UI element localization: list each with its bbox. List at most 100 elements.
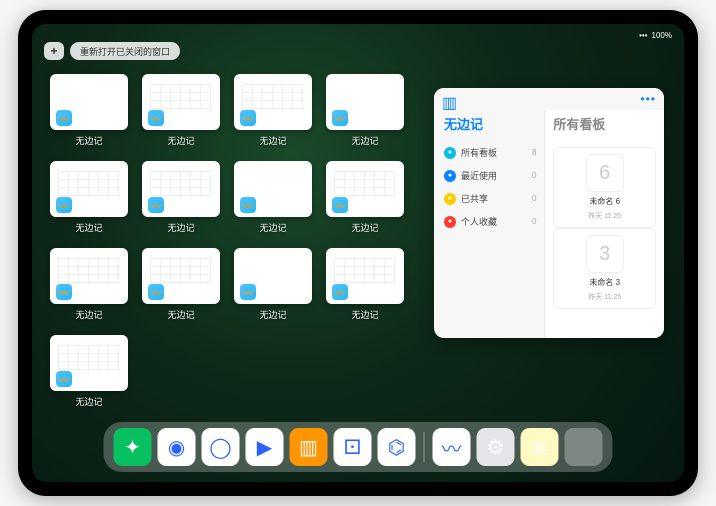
app-thumbnail: 〰 bbox=[50, 74, 128, 130]
app-card[interactable]: 〰无边记 bbox=[326, 248, 404, 321]
app-preview-pane[interactable]: ▥ ••• 无边记 ●所有看板8●最近使用0●已共享0●个人收藏0 所有看板 6… bbox=[434, 88, 664, 338]
dock-connect-icon[interactable]: ⌬ bbox=[378, 428, 416, 466]
freeform-app-icon: 〰 bbox=[148, 284, 164, 300]
sidebar-item-shared[interactable]: ●已共享0 bbox=[444, 187, 536, 210]
dock-notes-icon[interactable]: ≣ bbox=[521, 428, 559, 466]
app-card[interactable]: 〰无边记 bbox=[234, 74, 312, 147]
board-preview: 3 bbox=[586, 235, 624, 273]
app-card-label: 无边记 bbox=[75, 308, 102, 321]
app-thumbnail: 〰 bbox=[234, 74, 312, 130]
dock-settings-icon[interactable]: ⚙ bbox=[477, 428, 515, 466]
app-card[interactable]: 〰无边记 bbox=[50, 161, 128, 234]
signal-icon: ••• bbox=[639, 31, 647, 40]
fave-icon: ● bbox=[444, 216, 456, 228]
freeform-app-icon: 〰 bbox=[240, 110, 256, 126]
more-icon[interactable]: ••• bbox=[640, 92, 656, 106]
shared-icon: ● bbox=[444, 193, 456, 205]
freeform-app-icon: 〰 bbox=[56, 197, 72, 213]
freeform-app-icon: 〰 bbox=[240, 284, 256, 300]
app-card[interactable]: 〰无边记 bbox=[142, 248, 220, 321]
app-card-label: 无边记 bbox=[167, 134, 194, 147]
battery-text: 100% bbox=[652, 31, 672, 40]
app-card-label: 无边记 bbox=[167, 308, 194, 321]
app-card-label: 无边记 bbox=[167, 221, 194, 234]
freeform-app-icon: 〰 bbox=[332, 197, 348, 213]
dock-play-icon[interactable]: ▶ bbox=[246, 428, 284, 466]
top-controls: + 重新打开已关闭的窗口 bbox=[44, 42, 180, 60]
preview-content: 所有看板 6 未命名 6 昨天 11:25 3 未命名 3 昨天 11:25 bbox=[544, 88, 664, 338]
app-thumbnail: 〰 bbox=[50, 335, 128, 391]
app-thumbnail: 〰 bbox=[234, 161, 312, 217]
app-thumbnail: 〰 bbox=[326, 248, 404, 304]
app-card[interactable]: 〰无边记 bbox=[326, 74, 404, 147]
freeform-app-icon: 〰 bbox=[148, 110, 164, 126]
recent-icon: ● bbox=[444, 170, 456, 182]
app-card-label: 无边记 bbox=[259, 134, 286, 147]
app-card-label: 无边记 bbox=[259, 308, 286, 321]
freeform-app-icon: 〰 bbox=[56, 284, 72, 300]
app-card[interactable]: 〰无边记 bbox=[234, 248, 312, 321]
screen: ••• 100% + 重新打开已关闭的窗口 〰无边记〰无边记〰无边记〰无边记〰无… bbox=[32, 24, 684, 482]
app-card-label: 无边记 bbox=[351, 308, 378, 321]
dock-app-folder[interactable] bbox=[565, 428, 603, 466]
dock-wechat-icon[interactable]: ✦ bbox=[114, 428, 152, 466]
app-card[interactable]: 〰无边记 bbox=[142, 74, 220, 147]
sidebar-toggle-icon[interactable]: ▥ bbox=[442, 93, 454, 105]
dock-dice-icon[interactable]: ⚀ bbox=[334, 428, 372, 466]
dock: ✦◉◯▶▥⚀⌬ 〰⚙≣ bbox=[104, 422, 613, 472]
sidebar-item-label: 所有看板 bbox=[461, 146, 497, 159]
dock-quark-icon[interactable]: ◯ bbox=[202, 428, 240, 466]
new-window-button[interactable]: + bbox=[44, 42, 64, 60]
app-thumbnail: 〰 bbox=[142, 74, 220, 130]
all-icon: ● bbox=[444, 147, 456, 159]
sidebar-item-count: 0 bbox=[532, 171, 536, 180]
dock-separator bbox=[424, 432, 425, 462]
preview-header: ▥ ••• bbox=[434, 88, 664, 110]
app-card[interactable]: 〰无边记 bbox=[142, 161, 220, 234]
sidebar-item-count: 0 bbox=[532, 194, 536, 203]
app-thumbnail: 〰 bbox=[234, 248, 312, 304]
dock-books-icon[interactable]: ▥ bbox=[290, 428, 328, 466]
board-time: 昨天 11:25 bbox=[588, 292, 621, 302]
dock-freeform-icon[interactable]: 〰 bbox=[433, 428, 471, 466]
freeform-app-icon: 〰 bbox=[240, 197, 256, 213]
board-name: 未命名 3 bbox=[589, 277, 620, 288]
freeform-app-icon: 〰 bbox=[148, 197, 164, 213]
freeform-app-icon: 〰 bbox=[56, 371, 72, 387]
app-thumbnail: 〰 bbox=[142, 161, 220, 217]
board-name: 未命名 6 bbox=[589, 196, 620, 207]
sidebar-item-count: 8 bbox=[532, 148, 536, 157]
app-card[interactable]: 〰无边记 bbox=[326, 161, 404, 234]
board-card[interactable]: 3 未命名 3 昨天 11:25 bbox=[553, 228, 656, 309]
app-card-label: 无边记 bbox=[75, 395, 102, 408]
app-card-label: 无边记 bbox=[75, 221, 102, 234]
sidebar-item-count: 0 bbox=[532, 217, 536, 226]
reopen-closed-window-button[interactable]: 重新打开已关闭的窗口 bbox=[70, 42, 180, 60]
app-card-label: 无边记 bbox=[351, 134, 378, 147]
app-thumbnail: 〰 bbox=[326, 74, 404, 130]
board-card[interactable]: 6 未命名 6 昨天 11:25 bbox=[553, 147, 656, 228]
app-thumbnail: 〰 bbox=[326, 161, 404, 217]
app-card[interactable]: 〰无边记 bbox=[50, 74, 128, 147]
ipad-frame: ••• 100% + 重新打开已关闭的窗口 〰无边记〰无边记〰无边记〰无边记〰无… bbox=[18, 10, 698, 496]
app-thumbnail: 〰 bbox=[50, 248, 128, 304]
content-title: 所有看板 bbox=[553, 114, 656, 133]
board-time: 昨天 11:25 bbox=[588, 211, 621, 221]
sidebar-item-fave[interactable]: ● 个人收藏 0 bbox=[444, 210, 536, 233]
app-card-label: 无边记 bbox=[259, 221, 286, 234]
preview-sidebar: 无边记 ●所有看板8●最近使用0●已共享0●个人收藏0 bbox=[434, 88, 544, 338]
app-card-label: 无边记 bbox=[351, 221, 378, 234]
sidebar-item-all[interactable]: ● 所有看板 8 bbox=[444, 141, 536, 164]
sidebar-item-recent[interactable]: ●最近使用0 bbox=[444, 164, 536, 187]
app-switcher-grid: 〰无边记〰无边记〰无边记〰无边记〰无边记〰无边记〰无边记〰无边记〰无边记〰无边记… bbox=[50, 74, 400, 408]
app-card[interactable]: 〰无边记 bbox=[234, 161, 312, 234]
dock-quark-hd-icon[interactable]: ◉ bbox=[158, 428, 196, 466]
app-card[interactable]: 〰无边记 bbox=[50, 248, 128, 321]
app-card[interactable]: 〰无边记 bbox=[50, 335, 128, 408]
freeform-app-icon: 〰 bbox=[332, 110, 348, 126]
board-preview: 6 bbox=[586, 154, 624, 192]
sidebar-item-label: 个人收藏 bbox=[461, 215, 497, 228]
freeform-app-icon: 〰 bbox=[332, 284, 348, 300]
sidebar-title: 无边记 bbox=[444, 114, 536, 133]
status-bar: ••• 100% bbox=[32, 28, 684, 42]
